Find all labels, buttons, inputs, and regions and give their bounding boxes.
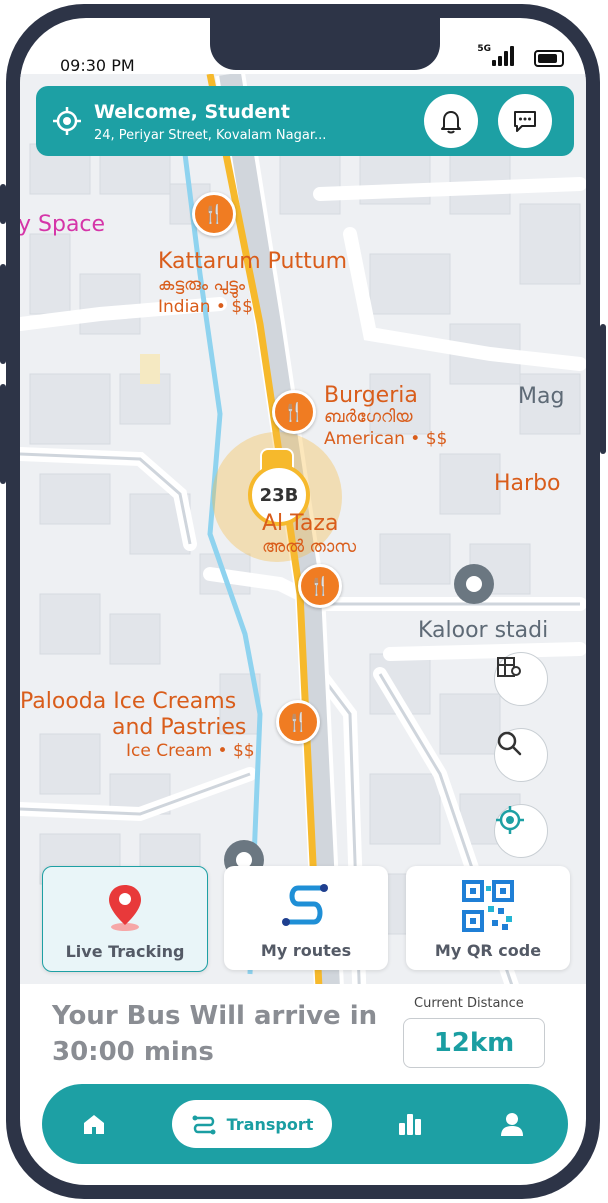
welcome-header: Welcome, Student 24, Periyar Street, Kov… xyxy=(36,86,574,156)
quick-actions: Live Tracking My routes My QR code xyxy=(42,866,572,974)
live-tracking-label: Live Tracking xyxy=(65,942,185,961)
phone-frame: 09:30 PM 5G y Space 🍴 Kattarum Puttum കട… xyxy=(0,4,606,1199)
bottom-nav: Transport xyxy=(42,1084,568,1164)
map-label-palooda2: and Pastries xyxy=(112,715,247,740)
map-label-mag: Mag xyxy=(518,384,565,409)
crosshair-icon xyxy=(496,806,524,834)
map-label-burgeria-ml: ബർഗേറിയ xyxy=(324,407,413,427)
distance-label: Current Distance xyxy=(414,996,524,1011)
power-button xyxy=(600,324,606,454)
distance-value: 12km xyxy=(403,1018,545,1068)
live-tracking-card[interactable]: Live Tracking xyxy=(42,866,208,972)
map-search-button[interactable] xyxy=(494,728,548,782)
user-address[interactable]: 24, Periyar Street, Kovalam Nagar... xyxy=(94,128,326,143)
notifications-button[interactable] xyxy=(424,94,478,148)
welcome-title: Welcome, Student xyxy=(94,101,290,123)
home-icon[interactable] xyxy=(80,1110,108,1138)
map-label-kattarum-ml: കട്ടരും പുട്ടും xyxy=(158,275,246,295)
status-time: 09:30 PM xyxy=(60,56,135,75)
bell-icon xyxy=(441,111,461,134)
volume-up-button xyxy=(0,264,6,364)
network-type: 5G xyxy=(477,44,491,54)
map-label-kattarum-sub: Indian • $$ xyxy=(158,297,253,317)
search-icon xyxy=(497,731,522,756)
map-layers-button[interactable] xyxy=(494,652,548,706)
qr-code-icon xyxy=(462,880,514,932)
map-label-palooda-sub: Ice Cream • $$ xyxy=(126,741,255,761)
signal-icon xyxy=(492,46,516,66)
my-routes-label: My routes xyxy=(260,941,352,960)
battery-icon xyxy=(534,50,564,67)
mute-switch xyxy=(0,184,6,224)
map-label-burgeria: Burgeria xyxy=(324,383,418,408)
stadium-pin-icon[interactable] xyxy=(454,564,494,604)
location-target-icon[interactable] xyxy=(52,106,82,136)
route-icon xyxy=(282,884,328,926)
map-label-taza-ml: അൽ താസ xyxy=(262,537,357,557)
map-layers-icon xyxy=(497,657,521,677)
profile-icon[interactable] xyxy=(498,1110,526,1138)
map-label-kattarum: Kattarum Puttum xyxy=(158,249,348,274)
transport-icon xyxy=(192,1115,216,1135)
transport-tab-label: Transport xyxy=(226,1114,314,1134)
messages-button[interactable] xyxy=(498,94,552,148)
notch xyxy=(210,18,440,70)
arrival-message: Your Bus Will arrive in 30:00 mins xyxy=(52,1001,378,1067)
restaurant-icon[interactable]: 🍴 xyxy=(272,390,316,434)
volume-down-button xyxy=(0,384,6,484)
arrival-panel: Your Bus Will arrive in 30:00 mins Curre… xyxy=(20,984,586,1084)
location-pin-icon xyxy=(109,885,141,931)
recenter-button[interactable] xyxy=(494,804,548,858)
map-label-space: y Space xyxy=(20,212,106,237)
restaurant-icon[interactable]: 🍴 xyxy=(192,192,236,236)
map-label-palooda1: Palooda Ice Creams xyxy=(20,689,237,714)
restaurant-icon[interactable]: 🍴 xyxy=(276,700,320,744)
stats-icon[interactable] xyxy=(396,1110,424,1138)
map-label-taza: Al Taza xyxy=(262,511,339,536)
restaurant-icon[interactable]: 🍴 xyxy=(298,564,342,608)
screen: 09:30 PM 5G y Space 🍴 Kattarum Puttum കട… xyxy=(20,18,586,1185)
my-qr-code-card[interactable]: My QR code xyxy=(406,866,570,970)
map-label-kaloor: Kaloor stadi xyxy=(418,618,549,643)
map-label-burgeria-sub: American • $$ xyxy=(324,429,448,449)
transport-tab[interactable]: Transport xyxy=(172,1100,332,1148)
my-routes-card[interactable]: My routes xyxy=(224,866,388,970)
chat-icon xyxy=(514,111,536,132)
map-label-harbo: Harbo xyxy=(494,471,561,496)
my-qr-code-label: My QR code xyxy=(434,941,542,960)
